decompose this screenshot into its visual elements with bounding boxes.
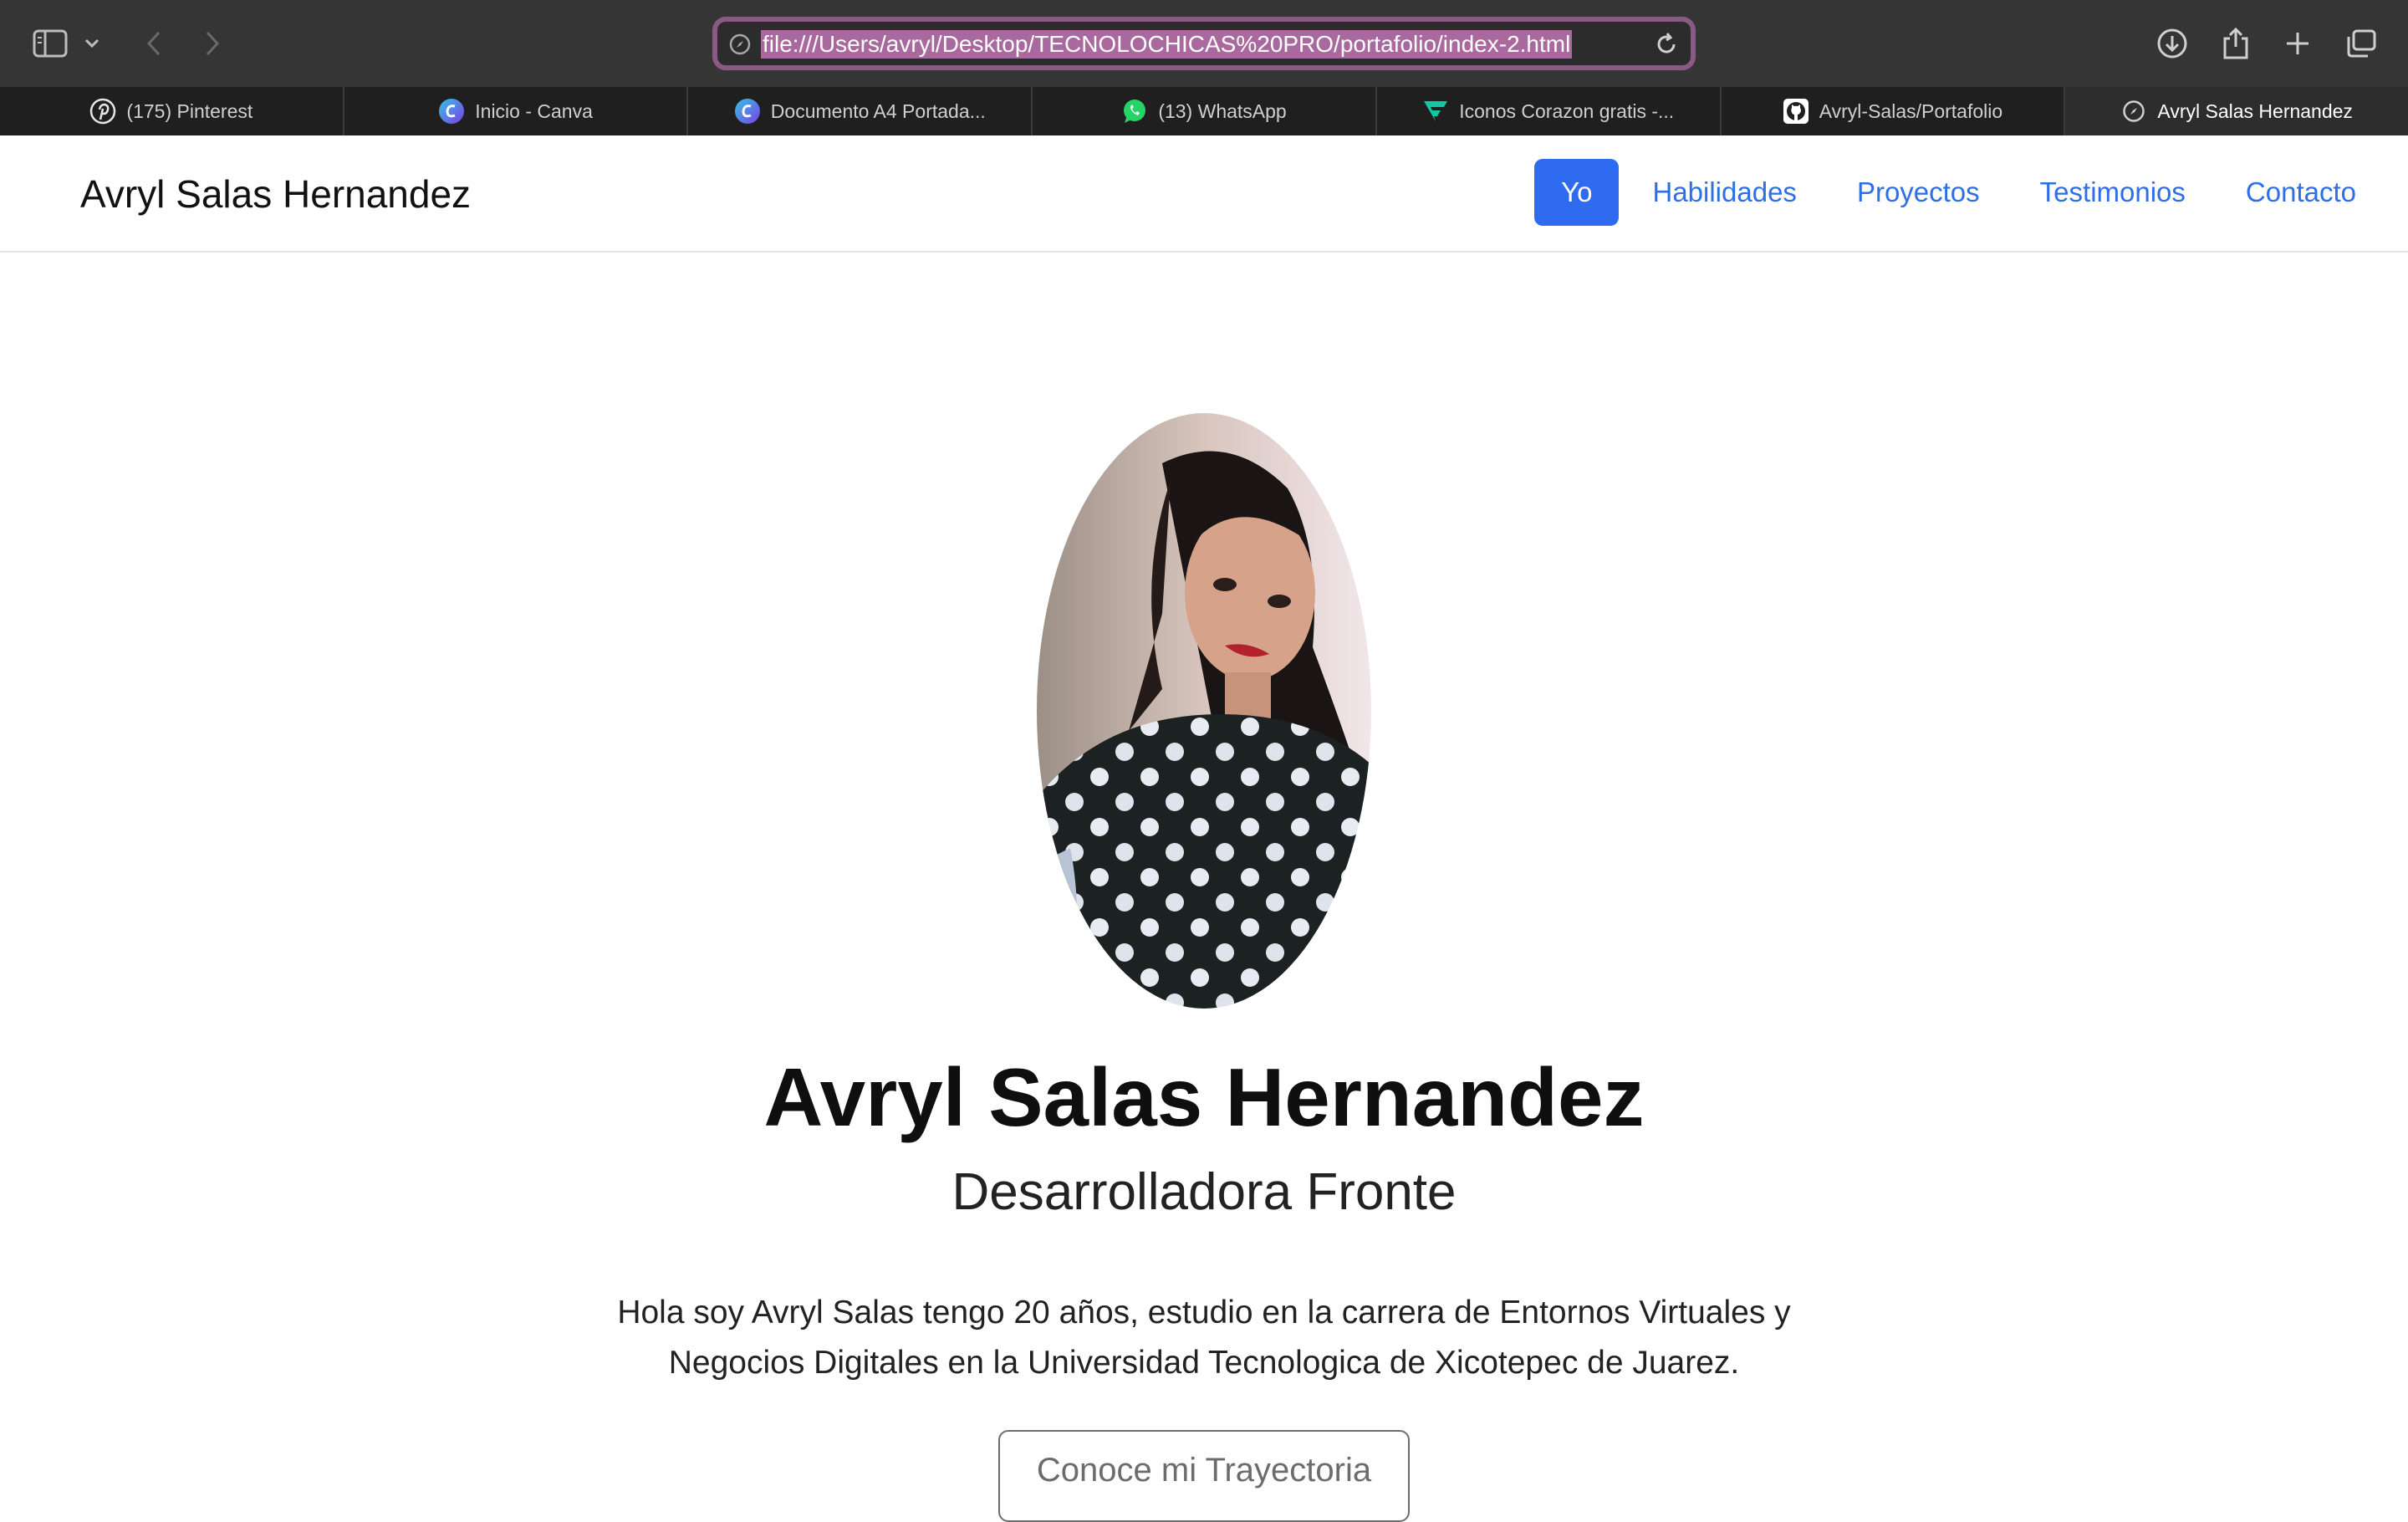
- flaticon-icon: [1422, 98, 1449, 125]
- nav-link-yo[interactable]: Yo: [1534, 159, 1620, 226]
- reload-icon[interactable]: [1654, 32, 1679, 57]
- tab-label: (13) WhatsApp: [1158, 100, 1287, 122]
- tab-canva-documento[interactable]: Documento A4 Portada...: [688, 87, 1033, 135]
- sidebar-menu-button[interactable]: [77, 20, 107, 67]
- site-brand[interactable]: Avryl Salas Hernandez: [80, 169, 471, 219]
- profile-photo: [1037, 413, 1371, 1009]
- tab-bar: (175) Pinterest Inicio - Canva Documento…: [0, 87, 2408, 135]
- tab-pinterest[interactable]: (175) Pinterest: [0, 87, 344, 135]
- sidebar-icon: [33, 29, 68, 58]
- chevron-right-icon: [206, 31, 220, 56]
- nav-link-contacto[interactable]: Contacto: [2219, 159, 2383, 226]
- tab-overview-button[interactable]: [2338, 20, 2385, 67]
- trayectoria-button[interactable]: Conoce mi Trayectoria: [998, 1430, 1410, 1522]
- canva-icon: [734, 98, 761, 125]
- compass-icon: [2120, 98, 2147, 125]
- browser-toolbar: file:///Users/avryl/Desktop/TECNOLOCHICA…: [0, 0, 2408, 87]
- sidebar-toggle-button[interactable]: [27, 20, 74, 67]
- new-tab-button[interactable]: [2274, 20, 2321, 67]
- tab-label: Inicio - Canva: [475, 100, 593, 122]
- github-icon: [1783, 98, 1809, 125]
- tab-label: Avryl Salas Hernandez: [2157, 100, 2353, 122]
- nav-link-habilidades[interactable]: Habilidades: [1625, 159, 1823, 226]
- hero-name: Avryl Salas Hernandez: [763, 1051, 1645, 1143]
- url-text[interactable]: file:///Users/avryl/Desktop/TECNOLOCHICA…: [761, 30, 1573, 59]
- site-navbar: Avryl Salas Hernandez Yo Habilidades Pro…: [0, 135, 2408, 253]
- nav-link-proyectos[interactable]: Proyectos: [1830, 159, 2007, 226]
- tab-label: Avryl-Salas/Portafolio: [1819, 100, 2003, 122]
- tab-whatsapp[interactable]: (13) WhatsApp: [1033, 87, 1377, 135]
- download-icon: [2157, 28, 2187, 59]
- address-bar[interactable]: file:///Users/avryl/Desktop/TECNOLOCHICA…: [712, 17, 1696, 70]
- tab-label: Iconos Corazon gratis -...: [1459, 100, 1675, 122]
- nav-links: Yo Habilidades Proyectos Testimonios Con…: [1534, 159, 2383, 226]
- whatsapp-icon: [1121, 98, 1148, 125]
- chevron-down-icon: [84, 38, 99, 49]
- plus-icon: [2287, 33, 2309, 54]
- nav-link-testimonios[interactable]: Testimonios: [2013, 159, 2212, 226]
- hero-bio: Hola soy Avryl Salas tengo 20 años, estu…: [617, 1295, 1791, 1381]
- tabs-icon: [2347, 29, 2376, 58]
- tab-github[interactable]: Avryl-Salas/Portafolio: [1722, 87, 2066, 135]
- forward-button[interactable]: [189, 20, 236, 67]
- compass-icon: [729, 33, 751, 55]
- tab-label: Documento A4 Portada...: [770, 100, 986, 122]
- tab-flaticon[interactable]: Iconos Corazon gratis -...: [1377, 87, 1722, 135]
- back-button[interactable]: [130, 20, 177, 67]
- tab-label: (175) Pinterest: [126, 100, 253, 122]
- chevron-left-icon: [146, 31, 161, 56]
- pinterest-icon: [89, 98, 116, 125]
- hero-role: Desarrolladora Fronte: [951, 1163, 1457, 1221]
- canva-icon: [438, 98, 465, 125]
- share-button[interactable]: [2212, 20, 2259, 67]
- tab-canva-inicio[interactable]: Inicio - Canva: [344, 87, 689, 135]
- downloads-button[interactable]: [2149, 20, 2196, 67]
- share-icon: [2223, 27, 2248, 59]
- tab-portfolio-active[interactable]: Avryl Salas Hernandez: [2065, 87, 2408, 135]
